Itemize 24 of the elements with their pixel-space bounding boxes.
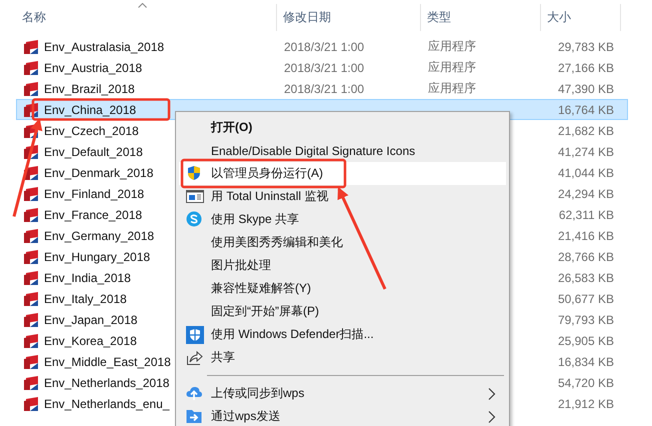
size-cell: 50,677 KB	[558, 292, 614, 306]
size-cell: 16,764 KB	[558, 102, 614, 116]
size-cell: 24,294 KB	[558, 186, 614, 200]
size-cell: 21,682 KB	[558, 124, 614, 138]
type-cell: 应用程序	[428, 39, 476, 53]
size-cell: 26,583 KB	[558, 270, 614, 284]
type-cell: 应用程序	[428, 81, 476, 95]
size-cell: 21,416 KB	[558, 228, 614, 242]
size-cell: 47,390 KB	[558, 82, 614, 96]
size-cell: 27,166 KB	[558, 60, 614, 74]
size-cell: 62,311 KB	[558, 208, 614, 222]
date-cell: 2018/3/21 1:00	[284, 60, 364, 74]
size-cell: 41,044 KB	[558, 166, 614, 180]
date-cell: 2018/3/21 1:00	[284, 82, 364, 96]
size-cell: 41,274 KB	[558, 144, 614, 158]
size-cell: 16,834 KB	[558, 354, 614, 368]
type-cell: 应用程序	[428, 60, 476, 74]
size-cell: 25,905 KB	[558, 334, 614, 348]
size-cell: 79,793 KB	[558, 312, 614, 326]
size-cell: 21,912 KB	[558, 396, 614, 410]
size-cell: 28,766 KB	[558, 250, 614, 264]
date-cell: 2018/3/21 1:00	[284, 40, 364, 54]
size-cell: 29,783 KB	[558, 40, 614, 54]
size-cell: 54,720 KB	[558, 376, 614, 390]
